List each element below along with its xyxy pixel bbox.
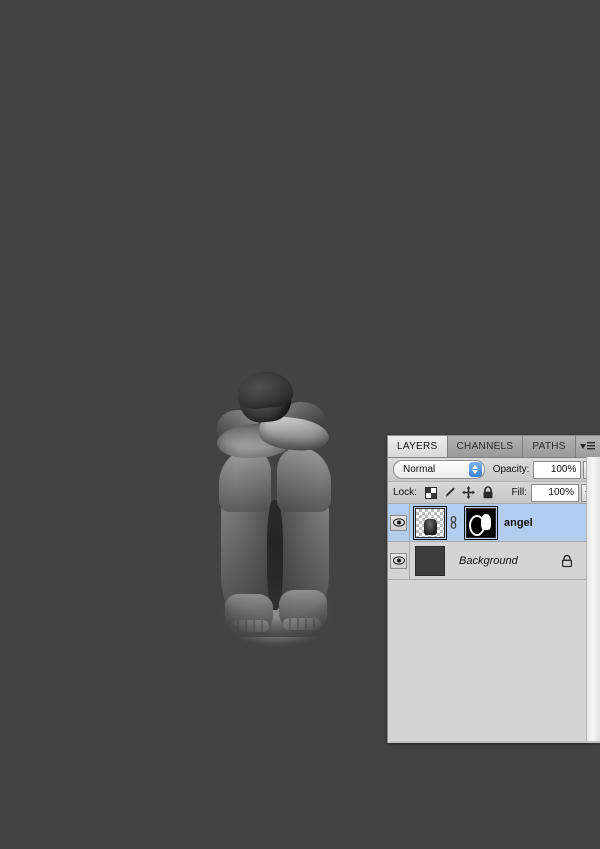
boy-photo (203, 372, 353, 637)
layer-list-empty-area[interactable] (388, 580, 600, 734)
layer-mask-thumbnail-angel[interactable] (466, 508, 496, 538)
lock-position-icon[interactable] (461, 485, 477, 500)
layer-thumbnail-angel[interactable] (415, 508, 445, 538)
layer-locked-icon (560, 553, 574, 568)
lock-all-icon[interactable] (480, 485, 496, 500)
layers-panel[interactable]: LAYERS CHANNELS PATHS Normal Opacity: 10… (387, 435, 600, 743)
lock-image-pixels-icon[interactable] (442, 485, 458, 500)
fill-label: Fill: (511, 487, 527, 498)
layer-thumbnail-background[interactable] (415, 546, 445, 576)
left-knee-shape (219, 450, 271, 512)
leg-gap-shadow (267, 500, 283, 610)
table-row[interactable]: angel (388, 504, 600, 542)
opacity-label: Opacity: (493, 464, 530, 475)
layer-name-angel[interactable]: angel (504, 517, 533, 529)
lock-label: Lock: (393, 487, 417, 498)
right-knee-shape (277, 448, 331, 512)
panel-tab-strip[interactable]: LAYERS CHANNELS PATHS (388, 436, 600, 458)
right-toes-shape (283, 618, 321, 630)
left-toes-shape (231, 620, 269, 632)
opacity-input[interactable]: 100% (533, 461, 581, 479)
table-row[interactable]: Background (388, 542, 600, 580)
tab-layers[interactable]: LAYERS (388, 436, 448, 457)
tab-layers-label: LAYERS (397, 441, 438, 452)
blend-mode-select[interactable]: Normal (393, 460, 485, 479)
eye-icon[interactable] (390, 553, 407, 569)
lock-transparent-pixels-icon[interactable] (423, 485, 439, 500)
tab-channels-label: CHANNELS (457, 441, 514, 452)
layer-list[interactable]: angel Background (388, 504, 600, 734)
blend-mode-row[interactable]: Normal Opacity: 100% (388, 458, 600, 482)
tab-channels[interactable]: CHANNELS (448, 436, 524, 457)
layer-list-scrollbar[interactable] (586, 457, 600, 743)
layer-visibility-toggle-background[interactable] (388, 542, 410, 580)
panel-bottom-edge (388, 741, 600, 743)
lock-row[interactable]: Lock: Fill: 100% (388, 482, 600, 504)
tab-paths[interactable]: PATHS (523, 436, 575, 457)
tab-paths-label: PATHS (532, 441, 565, 452)
blend-mode-value: Normal (394, 464, 435, 475)
layer-visibility-toggle-angel[interactable] (388, 504, 410, 542)
panel-menu-icon[interactable] (576, 436, 600, 457)
blend-mode-stepper-icon[interactable] (469, 462, 482, 477)
layer-name-background[interactable]: Background (459, 555, 518, 567)
eye-icon[interactable] (390, 515, 407, 531)
link-layers-icon[interactable] (447, 508, 459, 538)
fill-input[interactable]: 100% (531, 484, 579, 502)
